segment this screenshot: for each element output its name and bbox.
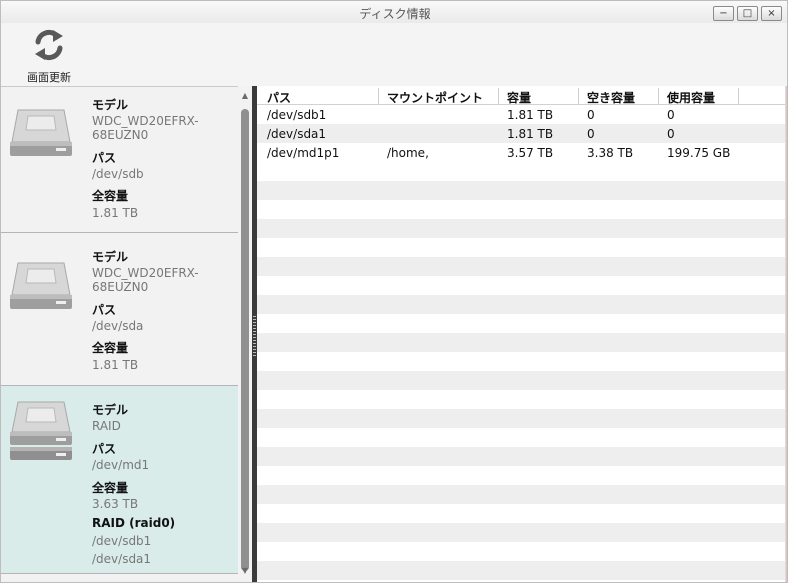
- empty-table-row: [257, 371, 785, 390]
- table-header: パス マウントポイント 容量 空き容量 使用容量: [257, 86, 785, 105]
- model-value-cont: 68EUZN0: [92, 128, 149, 142]
- cell-path: /dev/md1p1: [267, 146, 340, 160]
- empty-table-row: [257, 219, 785, 238]
- model-value: RAID: [92, 419, 121, 433]
- path-label: パス: [92, 442, 117, 456]
- empty-table-row: [257, 181, 785, 200]
- toolbar: 画面更新: [1, 23, 787, 85]
- hard-drive-icon: [10, 262, 72, 309]
- raid-member: /dev/sdb1: [92, 534, 152, 548]
- model-value: WDC_WD20EFRX-: [92, 114, 199, 128]
- cell-path: /dev/sda1: [267, 127, 327, 141]
- empty-table-row: [257, 295, 785, 314]
- cell-capacity: 1.81 TB: [507, 127, 554, 141]
- capacity-value: 1.81 TB: [92, 358, 139, 372]
- disk-list: モデル WDC_WD20EFRX- 68EUZN0 パス /dev/sdb 全容…: [1, 86, 238, 582]
- path-label: パス: [92, 303, 117, 317]
- capacity-value: 1.81 TB: [92, 206, 139, 220]
- column-header-capacity[interactable]: 容量: [507, 89, 531, 106]
- maximize-button[interactable]: □: [737, 6, 758, 21]
- hard-drive-icon: [10, 109, 72, 156]
- raid-drive-icon: [10, 401, 72, 460]
- column-header-mount-point[interactable]: マウントポイント: [387, 89, 483, 106]
- model-label: モデル: [92, 250, 129, 264]
- empty-table-row: [257, 238, 785, 257]
- disk-card-sda[interactable]: モデル WDC_WD20EFRX- 68EUZN0 パス /dev/sda 全容…: [1, 233, 238, 386]
- column-divider[interactable]: [578, 88, 579, 104]
- path-value: /dev/md1: [92, 458, 150, 472]
- cell-used: 0: [667, 108, 675, 122]
- empty-table-row: [257, 162, 785, 181]
- empty-table-row: [257, 485, 785, 504]
- column-header-used[interactable]: 使用容量: [667, 89, 715, 106]
- empty-table-row: [257, 504, 785, 523]
- model-label: モデル: [92, 403, 129, 417]
- path-value: /dev/sdb: [92, 167, 144, 181]
- empty-table-row: [257, 200, 785, 219]
- path-label: パス: [92, 151, 117, 165]
- capacity-label: 全容量: [92, 481, 129, 495]
- disk-info-window: ディスク情報 − □ × 画面更新 モデル WDC_WD20EFRX- 68EU…: [0, 0, 788, 583]
- close-button[interactable]: ×: [761, 6, 782, 21]
- empty-table-row: [257, 314, 785, 333]
- partition-table: パス マウントポイント 容量 空き容量 使用容量 /dev/sdb1 1.81 …: [257, 86, 785, 582]
- cell-free: 0: [587, 108, 595, 122]
- empty-table-row: [257, 542, 785, 561]
- disk-card-md1[interactable]: モデル RAID パス /dev/md1 全容量 3.63 TB RAID (r…: [1, 386, 238, 574]
- window-title: ディスク情報: [359, 7, 431, 21]
- table-row[interactable]: /dev/sda1 1.81 TB 0 0: [257, 124, 785, 143]
- column-divider[interactable]: [498, 88, 499, 104]
- cell-free: 0: [587, 127, 595, 141]
- cell-used: 0: [667, 127, 675, 141]
- splitter-grip-icon: [253, 316, 256, 356]
- column-divider[interactable]: [378, 88, 379, 104]
- empty-table-row: [257, 523, 785, 542]
- capacity-label: 全容量: [92, 341, 129, 355]
- cell-mount-point: /home,: [387, 146, 429, 160]
- model-value: WDC_WD20EFRX-: [92, 266, 199, 280]
- cell-capacity: 3.57 TB: [507, 146, 554, 160]
- empty-table-row: [257, 333, 785, 352]
- column-divider[interactable]: [658, 88, 659, 104]
- raid-label: RAID (raid0): [92, 516, 176, 530]
- table-row[interactable]: /dev/md1p1 /home, 3.57 TB 3.38 TB 199.75…: [257, 143, 785, 162]
- empty-table-row: [257, 257, 785, 276]
- scroll-up-arrow-icon[interactable]: ▲: [240, 91, 250, 101]
- empty-table-row: [257, 561, 785, 580]
- cell-path: /dev/sdb1: [267, 108, 327, 122]
- capacity-label: 全容量: [92, 189, 129, 203]
- minimize-button[interactable]: −: [713, 6, 734, 21]
- empty-table-row: [257, 276, 785, 295]
- empty-table-row: [257, 409, 785, 428]
- capacity-value: 3.63 TB: [92, 497, 139, 511]
- title-bar[interactable]: ディスク情報 − □ ×: [1, 1, 787, 23]
- cell-free: 3.38 TB: [587, 146, 634, 160]
- cell-capacity: 1.81 TB: [507, 108, 554, 122]
- cell-used: 199.75 GB: [667, 146, 731, 160]
- path-value: /dev/sda: [92, 319, 144, 333]
- column-header-path[interactable]: パス: [267, 89, 291, 106]
- empty-table-row: [257, 390, 785, 409]
- disk-card-sdb[interactable]: モデル WDC_WD20EFRX- 68EUZN0 パス /dev/sdb 全容…: [1, 87, 238, 233]
- disk-list-scrollbar[interactable]: ▲ ▼: [238, 86, 252, 582]
- column-header-free[interactable]: 空き容量: [587, 89, 635, 106]
- empty-table-row: [257, 352, 785, 371]
- empty-table-row: [257, 447, 785, 466]
- empty-table-row: [257, 428, 785, 447]
- model-value-cont: 68EUZN0: [92, 280, 149, 294]
- refresh-icon: [35, 29, 63, 61]
- raid-member: /dev/sda1: [92, 552, 152, 566]
- refresh-button[interactable]: 画面更新: [19, 25, 79, 84]
- scroll-down-arrow-icon[interactable]: ▼: [240, 566, 250, 576]
- model-label: モデル: [92, 98, 129, 112]
- table-row[interactable]: /dev/sdb1 1.81 TB 0 0: [257, 105, 785, 124]
- column-divider[interactable]: [738, 88, 739, 104]
- scrollbar-thumb[interactable]: [241, 109, 249, 571]
- empty-table-row: [257, 466, 785, 485]
- refresh-label: 画面更新: [27, 71, 71, 84]
